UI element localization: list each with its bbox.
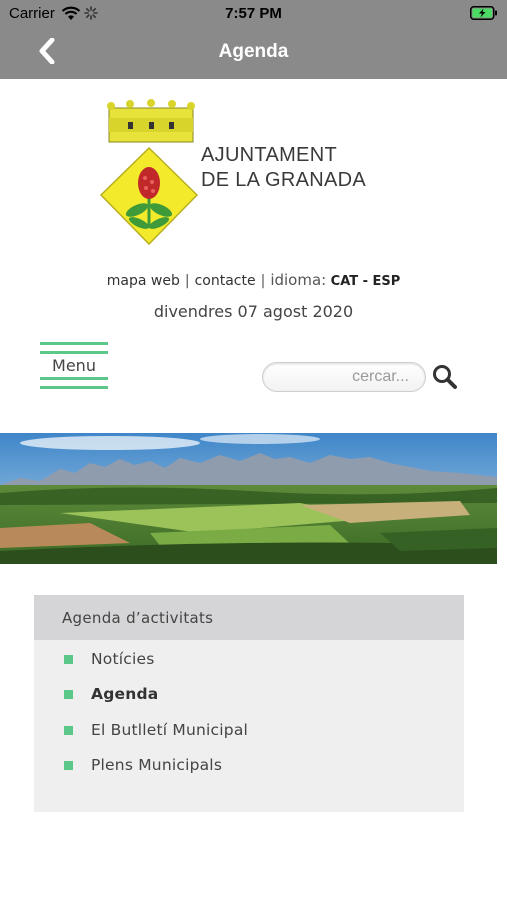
logo-line-2: DE LA GRANADA bbox=[201, 169, 367, 191]
menu-label: Menu bbox=[52, 356, 96, 375]
current-date: divendres 07 agost 2020 bbox=[153, 302, 354, 321]
language-esp-link[interactable]: ESP bbox=[372, 274, 400, 289]
list-item-label: Agenda bbox=[91, 685, 159, 703]
town-name-logo: AJUNTAMENT DE LA GRANADA bbox=[201, 143, 366, 193]
search-input[interactable] bbox=[262, 362, 426, 392]
list-item-agenda[interactable]: Agenda bbox=[64, 682, 158, 706]
battery-charging-icon bbox=[470, 6, 498, 25]
list-item-label: Notícies bbox=[91, 650, 155, 668]
agenda-submenu-panel: Agenda d’activitats Notícies Agenda El B… bbox=[34, 595, 464, 812]
language-dash: - bbox=[362, 274, 368, 289]
logo-line-1: AJUNTAMENT bbox=[201, 144, 337, 166]
bullet-icon bbox=[64, 725, 73, 735]
bullet-icon bbox=[64, 689, 73, 699]
link-separator: | bbox=[184, 273, 190, 289]
navigation-bar: Agenda bbox=[0, 28, 507, 79]
list-item-label: El Butlletí Municipal bbox=[91, 721, 249, 739]
menu-line bbox=[40, 351, 108, 354]
idioma-label: idioma: bbox=[270, 271, 327, 289]
bullet-icon bbox=[64, 760, 73, 770]
top-links: mapa web | contacte | idioma: CAT - ESP bbox=[0, 271, 507, 289]
menu-button[interactable]: Menu bbox=[40, 342, 108, 390]
town-crest-logo bbox=[99, 98, 199, 252]
panel-title: Agenda d’activitats bbox=[62, 609, 214, 627]
bullet-icon bbox=[64, 654, 73, 664]
landscape-banner-image bbox=[0, 433, 497, 564]
list-item-noticies[interactable]: Notícies bbox=[64, 647, 155, 671]
list-item-label: Plens Municipals bbox=[91, 756, 223, 774]
list-item-plens[interactable]: Plens Municipals bbox=[64, 753, 222, 777]
list-item-butlleti[interactable]: El Butlletí Municipal bbox=[64, 718, 248, 742]
search-button[interactable] bbox=[431, 363, 459, 391]
link-separator: | bbox=[260, 273, 266, 289]
mapa-web-link[interactable]: mapa web bbox=[107, 273, 180, 289]
menu-line bbox=[40, 377, 108, 380]
status-time: 7:57 PM bbox=[225, 5, 282, 22]
status-bar: Carrier 7:57 PM bbox=[0, 0, 507, 28]
panel-header: Agenda d’activitats bbox=[34, 595, 464, 640]
nav-title: Agenda bbox=[218, 41, 289, 62]
menu-line bbox=[40, 342, 108, 345]
menu-line bbox=[40, 386, 108, 389]
contacte-link[interactable]: contacte bbox=[195, 273, 256, 289]
search-icon bbox=[431, 365, 459, 395]
language-cat-link[interactable]: CAT bbox=[331, 274, 358, 289]
